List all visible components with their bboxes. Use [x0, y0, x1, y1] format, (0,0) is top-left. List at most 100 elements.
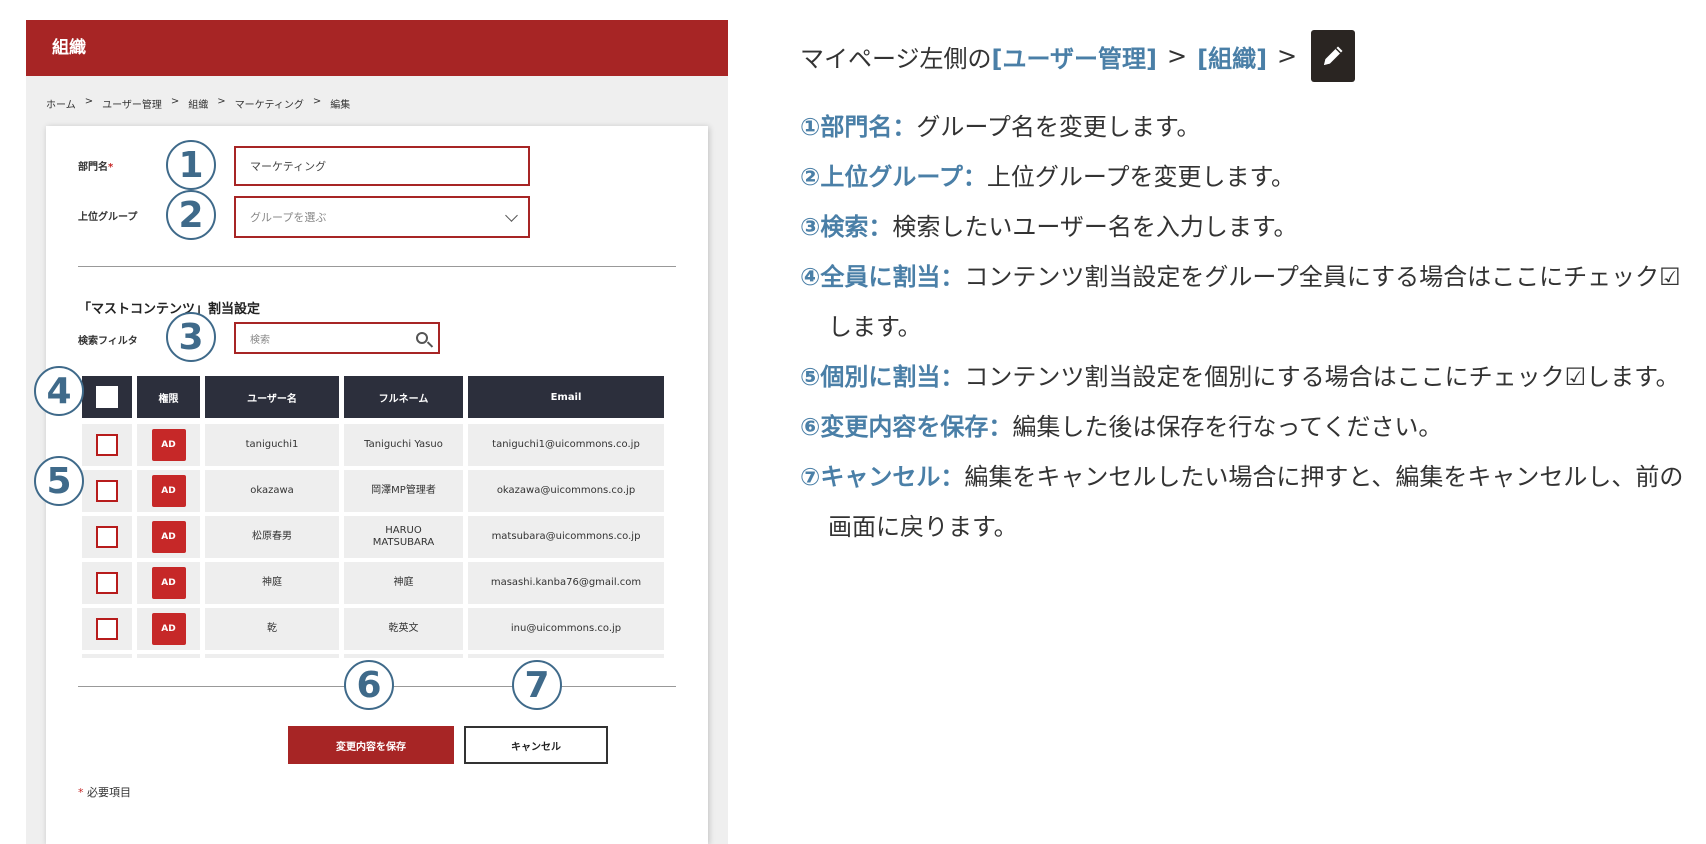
marker-4: 4 — [34, 366, 84, 416]
row-checkbox[interactable] — [96, 526, 118, 548]
list-item: ②上位グループ：上位グループを変更します。 — [800, 152, 1700, 202]
required-mark: * — [78, 786, 84, 799]
dept-name-label: 部門名* — [78, 158, 113, 173]
divider — [78, 266, 676, 267]
role-cell: AD — [137, 562, 200, 604]
row-checkbox[interactable] — [96, 572, 118, 594]
row-edge — [137, 654, 200, 658]
breadcrumb-organization[interactable]: 組織 — [188, 96, 208, 111]
marker-2: 2 — [166, 190, 216, 240]
role-cell: AD — [137, 608, 200, 650]
panel-title: 組織 — [26, 20, 728, 76]
cancel-button[interactable]: キャンセル — [464, 726, 608, 764]
fullname-cell: Taniguchi Yasuo — [344, 424, 463, 466]
column-header-fullname[interactable]: フルネーム — [344, 376, 463, 418]
search-input[interactable]: 検索 — [234, 322, 440, 354]
parent-group-placeholder: グループを選ぶ — [250, 211, 327, 224]
row-checkbox-cell — [82, 424, 132, 466]
marker-1: 1 — [166, 140, 216, 190]
username-cell: 神庭 — [205, 562, 339, 604]
breadcrumb-sep: > — [170, 96, 180, 107]
role-badge: AD — [151, 475, 186, 507]
list-item: ④全員に割当：コンテンツ割当設定をグループ全員にする場合はここにチェック☑します… — [800, 252, 1700, 352]
email-cell: matsubara@uicommons.co.jp — [468, 516, 664, 558]
org-edit-panel: 組織 ホーム > ユーザー管理 > 組織 > マーケティング > 編集 部門名*… — [26, 20, 728, 844]
row-edge — [205, 654, 339, 658]
marker-6: 6 — [344, 660, 394, 710]
row-checkbox-cell — [82, 516, 132, 558]
list-item: ③検索：検索したいユーザー名を入力します。 — [800, 202, 1700, 252]
row-edge — [82, 654, 132, 658]
breadcrumb-home[interactable]: ホーム — [46, 96, 76, 111]
breadcrumb-edit: 編集 — [330, 100, 351, 111]
required-note: * 必要項目 — [78, 784, 131, 800]
edit-card: 部門名* マーケティング 上位グループ グループを選ぶ 「マストコンテンツ」割当… — [34, 126, 708, 844]
row-edge — [344, 654, 463, 658]
row-checkbox-cell — [82, 608, 132, 650]
fullname-cell: 岡澤MP管理者 — [344, 470, 463, 512]
username-cell: 乾 — [205, 608, 339, 650]
item-text: 上位グループを変更します。 — [986, 163, 1296, 191]
fullname-cell: 神庭 — [344, 562, 463, 604]
row-checkbox-cell — [82, 470, 132, 512]
search-filter-label: 検索フィルタ — [78, 336, 138, 347]
fullname-cell: HARUO MATSUBARA — [344, 516, 463, 558]
row-checkbox[interactable] — [96, 480, 118, 502]
email-cell: okazawa@uicommons.co.jp — [468, 470, 664, 512]
breadcrumb-user-management[interactable]: ユーザー管理 — [102, 96, 162, 111]
list-item: ⑦キャンセル：編集をキャンセルしたい場合に押すと、編集をキャンセルし、前の画面に… — [800, 452, 1700, 552]
marker-5: 5 — [34, 456, 84, 506]
column-header-role[interactable]: 権限 — [137, 376, 200, 418]
row-checkbox[interactable] — [96, 434, 118, 456]
row-checkbox-cell — [82, 562, 132, 604]
explanation: マイページ左側の [ユーザー管理] > [組織] > ①部門名：グループ名を変更… — [800, 30, 1700, 552]
intro-organization: [組織] — [1197, 44, 1268, 73]
row-edge — [468, 654, 664, 658]
chevron-down-icon — [505, 209, 518, 222]
column-header-username[interactable]: ユーザー名 — [205, 376, 339, 418]
list-item: ⑤個別に割当：コンテンツ割当設定を個別にする場合はここにチェック☑します。 — [800, 352, 1700, 402]
item-key: ③検索： — [800, 213, 893, 241]
item-text: 編集した後は保存を行なってください。 — [1012, 413, 1443, 441]
role-badge: AD — [151, 521, 186, 553]
role-cell: AD — [137, 516, 200, 558]
dept-name-input[interactable]: マーケティング — [234, 146, 530, 186]
list-item: ①部門名：グループ名を変更します。 — [800, 102, 1700, 152]
breadcrumb-sep: > — [312, 96, 322, 107]
explanation-list: ①部門名：グループ名を変更します。 ②上位グループ：上位グループを変更します。 … — [800, 102, 1700, 552]
role-cell: AD — [137, 424, 200, 466]
required-note-text: 必要項目 — [87, 786, 131, 799]
breadcrumb: ホーム > ユーザー管理 > 組織 > マーケティング > 編集 — [46, 96, 350, 111]
breadcrumb-marketing[interactable]: マーケティング — [235, 96, 304, 111]
username-cell: okazawa — [205, 470, 339, 512]
section-title: 「マストコンテンツ」割当設定 — [78, 302, 261, 317]
required-mark: * — [108, 162, 114, 173]
parent-group-select[interactable]: グループを選ぶ — [234, 196, 530, 238]
item-key: ④全員に割当： — [800, 263, 965, 291]
row-checkbox[interactable] — [96, 618, 118, 640]
role-badge: AD — [151, 613, 186, 645]
breadcrumb-sep: > — [84, 96, 94, 107]
marker-7: 7 — [512, 660, 562, 710]
search-placeholder: 検索 — [250, 334, 270, 346]
item-text: グループ名を変更します。 — [916, 113, 1201, 141]
marker-3: 3 — [166, 312, 216, 362]
item-key: ②上位グループ： — [800, 163, 987, 191]
search-icon — [416, 332, 428, 344]
role-cell: AD — [137, 470, 200, 512]
list-item: ⑥変更内容を保存：編集した後は保存を行なってください。 — [800, 402, 1700, 452]
pencil-icon — [1311, 30, 1356, 82]
save-button[interactable]: 変更内容を保存 — [288, 726, 454, 764]
intro-line: マイページ左側の [ユーザー管理] > [組織] > — [800, 30, 1700, 82]
intro-prefix: マイページ左側の — [800, 44, 992, 73]
column-header-email[interactable]: Email — [468, 376, 664, 418]
item-key: ①部門名： — [800, 113, 917, 141]
username-cell: taniguchi1 — [205, 424, 339, 466]
item-text: 検索したいユーザー名を入力します。 — [892, 213, 1298, 241]
select-all-checkbox[interactable] — [96, 386, 118, 408]
intro-gt: > — [1277, 42, 1298, 70]
item-key: ⑥変更内容を保存： — [800, 413, 1013, 441]
role-badge: AD — [151, 429, 186, 461]
dept-name-label-text: 部門名 — [78, 162, 108, 173]
intro-gt: > — [1167, 42, 1188, 70]
